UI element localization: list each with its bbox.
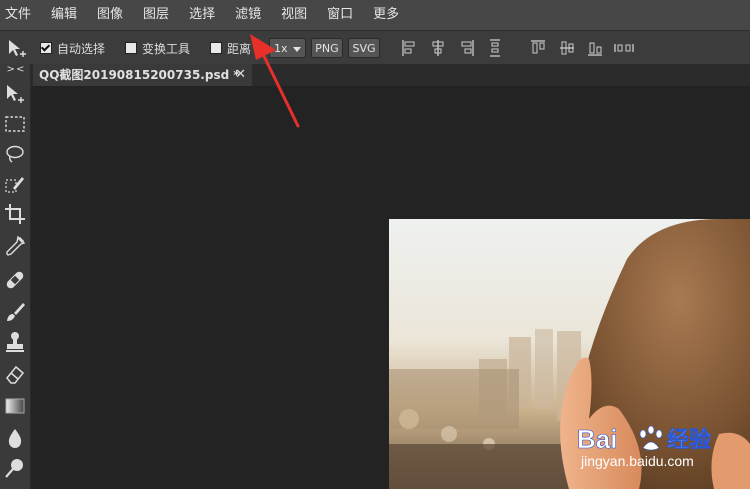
annotation-arrow-icon [250, 34, 300, 128]
document-tab[interactable]: QQ截图20190815200735.psd * ✕ [33, 64, 252, 86]
marquee-tool-icon[interactable] [3, 112, 27, 136]
menu-layer[interactable]: 图层 [134, 0, 180, 30]
align-top-icon[interactable] [530, 39, 546, 57]
menu-window[interactable]: 窗口 [318, 0, 364, 30]
transform-label: 变换工具 [142, 41, 191, 56]
collapse-toolbox-button[interactable]: > < [0, 64, 30, 78]
auto-select-option[interactable]: 自动选择 [40, 31, 105, 65]
move-tool-icon[interactable] [3, 82, 27, 106]
align-left-icon[interactable] [401, 39, 417, 57]
menu-more[interactable]: 更多 [364, 0, 410, 30]
eraser-tool-icon[interactable] [3, 362, 27, 386]
quick-select-tool-icon[interactable] [3, 172, 27, 196]
options-bar: 自动选择 变换工具 距离 1x PNG SVG [0, 30, 750, 64]
baidu-jingyan-watermark: Bai 经验 jingyan.baidu.com [575, 420, 750, 472]
menu-select[interactable]: 选择 [180, 0, 226, 30]
menu-bar: 文件 编辑 图像 图层 选择 滤镜 视图 窗口 更多 [0, 0, 750, 30]
align-center-horizontal-icon[interactable] [430, 39, 446, 57]
menu-image[interactable]: 图像 [88, 0, 134, 30]
menu-file[interactable]: 文件 [0, 0, 42, 30]
move-tool-icon[interactable] [6, 37, 28, 59]
svg-button[interactable]: SVG [348, 38, 380, 58]
blur-tool-icon[interactable] [3, 426, 27, 450]
png-button[interactable]: PNG [311, 38, 343, 58]
brush-tool-icon[interactable] [3, 300, 27, 324]
svg-text:jingyan.baidu.com: jingyan.baidu.com [580, 453, 694, 469]
toolbox: > < [0, 64, 31, 489]
menu-edit[interactable]: 编辑 [42, 0, 88, 30]
menu-filter[interactable]: 滤镜 [226, 0, 272, 30]
healing-brush-tool-icon[interactable] [3, 268, 27, 292]
transform-checkbox[interactable] [125, 42, 137, 54]
distribute-horizontal-icon[interactable] [614, 39, 634, 57]
distance-checkbox[interactable] [210, 42, 222, 54]
document-tab-title: QQ截图20190815200735.psd * [39, 68, 240, 82]
crop-tool-icon[interactable] [3, 202, 27, 226]
align-middle-vertical-icon[interactable] [559, 39, 575, 57]
lasso-tool-icon[interactable] [3, 142, 27, 166]
menu-view[interactable]: 视图 [272, 0, 318, 30]
svg-text:经验: 经验 [667, 427, 711, 453]
baidu-logo-icon: Bai 经验 jingyan.baidu.com [577, 424, 712, 469]
transform-option[interactable]: 变换工具 [125, 31, 190, 65]
auto-select-checkbox[interactable] [40, 42, 52, 54]
stamp-tool-icon[interactable] [3, 330, 27, 354]
gradient-tool-icon[interactable] [3, 394, 27, 418]
document-tab-bar: QQ截图20190815200735.psd * ✕ [0, 64, 750, 86]
eyedropper-tool-icon[interactable] [3, 234, 27, 258]
svg-text:Bai: Bai [577, 424, 617, 454]
dodge-tool-icon[interactable] [3, 456, 27, 480]
auto-select-label: 自动选择 [57, 41, 106, 56]
align-bottom-icon[interactable] [587, 39, 603, 57]
align-right-icon[interactable] [459, 39, 475, 57]
distribute-vertical-icon[interactable] [487, 39, 503, 57]
